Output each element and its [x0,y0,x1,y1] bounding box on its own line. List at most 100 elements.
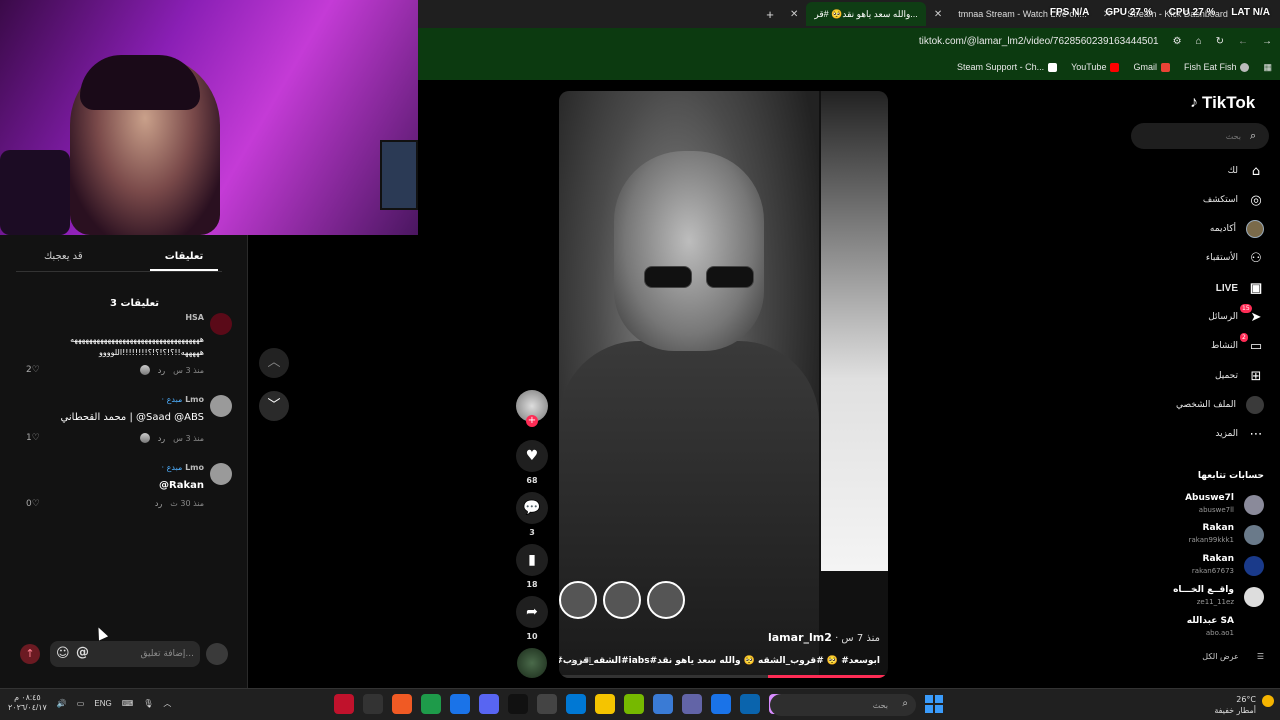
save-action[interactable]: ▮ 18 [516,544,548,589]
video-progress-bar[interactable] [559,675,888,678]
comment-author[interactable]: HSA [185,313,204,322]
following-account[interactable]: Rakan rakan67673 [1144,554,1264,580]
comment-input[interactable] [50,641,200,667]
new-tab-button[interactable]: + [758,7,782,22]
taskbar-app-icon[interactable] [363,694,383,714]
mention-icon[interactable]: @ [76,645,89,660]
bookmark-steam[interactable]: Steam Support - Ch... [957,62,1058,73]
clock[interactable]: ٠٨:٤٥ م ٢٠٢٦/٠٤/١٧ [8,693,47,713]
tiktok-logo[interactable]: ♪ TikTok [1190,93,1255,113]
next-video-button[interactable]: ﹀ [259,391,289,421]
following-account[interactable]: واقــع الخـــاه ze11_11ez [1144,585,1264,611]
chevron-up-icon[interactable]: ︿ [163,698,171,709]
search-icon[interactable]: ⌕ [1250,129,1256,143]
video-author[interactable]: lamar_lm2 · منذ 7 س [768,631,880,644]
tab-comments[interactable]: تعليقات [150,251,218,271]
following-account[interactable]: Rakan rakan99kkk1 [1144,523,1264,549]
weather-desc: أمطار خفيفة [1214,706,1256,715]
language-indicator[interactable]: ENG [94,699,111,708]
taskbar-app-icon[interactable] [566,694,586,714]
url-text[interactable]: tiktok.com/@lamar_lm2/video/762856023916… [919,36,1159,47]
send-comment-button[interactable]: ↑ [20,644,40,664]
comment-text: هههههههههههههههههههههههههههههههههههه ههه… [70,335,204,357]
bookmark-fish-eat-fish[interactable]: Fish Eat Fish [1184,62,1250,73]
taskbar-app-icon[interactable] [537,694,557,714]
taskbar-app-icon[interactable] [711,694,731,714]
follow-plus-icon[interactable]: + [526,415,538,427]
close-tab-icon[interactable]: ✕ [934,9,942,20]
nav-upload[interactable]: تحميل ⊞ [1134,365,1264,387]
share-action[interactable]: ➦ 10 [516,596,548,641]
video-author-name[interactable]: lamar_lm2 [768,631,832,644]
comment-author[interactable]: · مبدع Lmo [162,395,205,404]
following-account[interactable]: عبدالله SA abo.ao1 [1144,616,1264,642]
taskbar-app-icon[interactable] [653,694,673,714]
comment-bubble-icon[interactable]: 💬 [516,492,548,524]
previous-video-button[interactable]: ︿ [259,348,289,378]
taskbar-app-icon[interactable] [392,694,412,714]
comment-like-button[interactable]: 1♡ [26,433,40,443]
site-settings-icon[interactable]: ⚙ [1173,36,1182,47]
comment-avatar[interactable] [210,313,232,335]
tab-you-may-like[interactable]: قد يعجبك [44,251,83,262]
nav-profile[interactable]: الملف الشخصي [1134,394,1264,416]
taskbar-app-icon[interactable] [508,694,528,714]
comment-author[interactable]: · مبدع Lmo [162,463,205,472]
reply-button[interactable]: رد [158,366,165,375]
caption-more-button[interactable]: المزيد [571,656,591,665]
reply-button[interactable]: رد [158,434,165,443]
comment-action[interactable]: 💬 3 [516,492,548,537]
reload-icon[interactable]: ↻ [1216,36,1224,47]
taskbar-search[interactable]: بحث ⌕ [770,694,916,716]
taskbar-app-icon[interactable] [421,694,441,714]
heart-icon[interactable]: ♥ [516,440,548,472]
taskbar-app-icon[interactable] [595,694,615,714]
nav-more[interactable]: المزيد ⋯ [1134,423,1264,445]
nav-messages[interactable]: الرسائل ➤ 15 [1134,303,1264,328]
comment-avatar[interactable] [210,395,232,417]
comment-avatar[interactable] [210,463,232,485]
bookmarks-bar: Steam Support - Ch... YouTube Gmail Fish… [418,54,1280,80]
music-disc-icon[interactable] [517,648,547,678]
comment-count: 3 تعليقات [110,298,160,309]
apps-grid-icon[interactable]: ▦ [1263,62,1272,73]
nav-for-you[interactable]: لك ⌂ [1134,160,1264,182]
taskbar-app-icon[interactable] [682,694,702,714]
forward-icon[interactable]: → [1262,36,1272,47]
volume-icon[interactable]: 🔊 [57,699,67,708]
search-input[interactable] [1131,123,1269,149]
taskbar-app-icon[interactable] [479,694,499,714]
comment-meta: رد منذ 30 ث [155,499,204,508]
bookmark-youtube[interactable]: YouTube [1071,62,1120,73]
browser-tab-active[interactable]: والله سعد ياهو نقد🥺 #قر... [806,2,926,26]
nav-explore[interactable]: استكشف ◎ [1134,189,1264,211]
weather-widget[interactable]: 26°C أمطار خفيفة [1214,694,1256,716]
nav-live[interactable]: LIVE ▣ [1134,277,1264,299]
chevron-down-icon: ﹀ [267,398,281,413]
emoji-icon[interactable]: ☺ [56,646,70,661]
close-tab-icon[interactable]: ✕ [790,9,798,20]
see-all-button[interactable]: عرض الكل ☰ [1180,652,1264,661]
windows-start-icon[interactable] [925,695,943,713]
taskbar-app-icon[interactable] [624,694,644,714]
share-icon[interactable]: ➦ [516,596,548,628]
like-action[interactable]: ♥ 68 [516,440,548,485]
following-account[interactable]: Abuswe7l abuswe7ll [1144,493,1264,519]
reply-button[interactable]: رد [155,499,162,508]
taskbar-app-icon[interactable] [740,694,760,714]
nav-activity[interactable]: النشاط ▭ 2 [1134,332,1264,357]
keyboard-icon[interactable]: ⌨ [122,699,134,708]
nav-friends[interactable]: الأستقباء ⚇ [1134,247,1264,269]
comment-like-button[interactable]: 0♡ [26,499,40,509]
back-icon[interactable]: ← [1238,36,1248,47]
comment-like-button[interactable]: 2♡ [26,365,40,375]
nav-academy[interactable]: أكاديمه [1134,218,1264,240]
network-icon[interactable]: ▭ [77,699,85,708]
bookmark-gmail[interactable]: Gmail [1133,62,1170,73]
video-player[interactable]: lamar_lm2 · منذ 7 س ... explore#الشقه_قر… [559,91,888,678]
home-icon[interactable]: ⌂ [1196,36,1202,47]
bookmark-icon[interactable]: ▮ [516,544,548,576]
microphone-icon[interactable]: 🎙 [143,699,153,708]
taskbar-app-icon[interactable] [334,694,354,714]
taskbar-app-icon[interactable] [450,694,470,714]
